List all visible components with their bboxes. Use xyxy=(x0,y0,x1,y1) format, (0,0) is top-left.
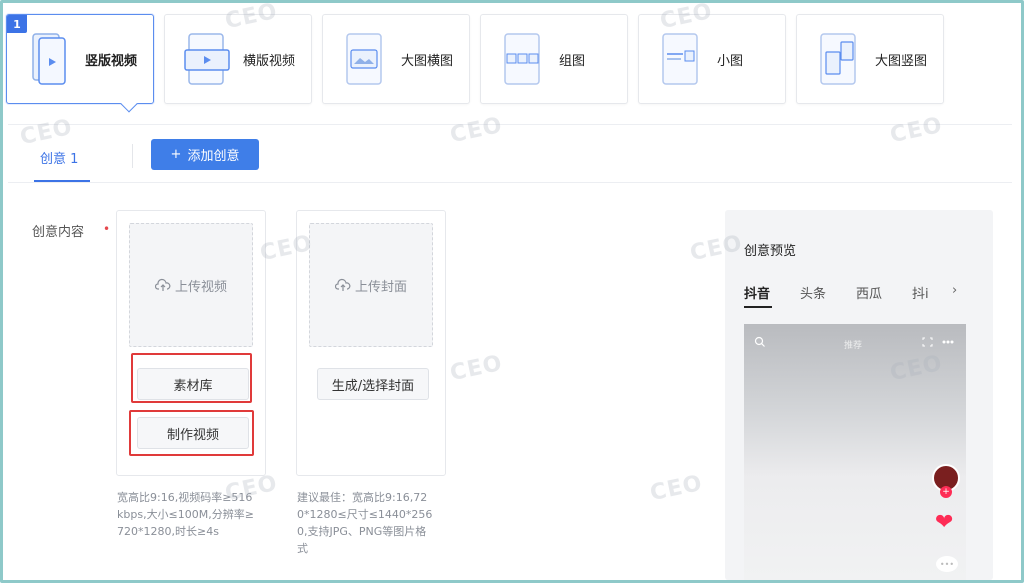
type-card-vertical-video[interactable]: 1 竖版视频 xyxy=(6,14,154,113)
comment-icon: ••• xyxy=(936,556,958,572)
type-label: 竖版视频 xyxy=(85,53,138,69)
horizontal-video-icon xyxy=(177,29,237,89)
highlight-material-library xyxy=(131,353,252,403)
preview-tab-toutiao[interactable]: 头条 xyxy=(800,283,856,302)
type-label: 组图 xyxy=(559,53,586,69)
cover-upload-panel: 上传封面 生成/选择封面 xyxy=(296,210,446,476)
small-image-icon xyxy=(651,29,711,89)
video-spec-hint: 宽高比9:16,视频码率≥516 kbps,大小≤100M,分辨率≥ 720*1… xyxy=(117,489,277,540)
more-dots-icon xyxy=(942,340,954,344)
video-dropzone[interactable]: 上传视频 xyxy=(129,223,253,347)
add-creative-button[interactable]: + 添加创意 xyxy=(151,139,259,170)
preview-platform-tabs: 抖音 头条 西瓜 抖i xyxy=(744,283,952,302)
highlight-make-video xyxy=(129,410,254,456)
follow-plus-icon: + xyxy=(940,486,952,498)
hint-line: 0,支持JPG、PNG等图片格 xyxy=(297,525,427,538)
tab-creative-1[interactable]: 创意 1 xyxy=(40,148,78,167)
preview-tab-underline xyxy=(744,306,772,308)
type-card-horizontal-video[interactable]: 横版视频 xyxy=(164,14,312,104)
phone-feed-title: 推荐 xyxy=(844,341,863,351)
vertical-video-icon xyxy=(19,29,79,89)
search-icon xyxy=(754,336,765,347)
cover-dropzone[interactable]: 上传封面 xyxy=(309,223,433,347)
plus-icon: + xyxy=(170,147,182,162)
type-label: 小图 xyxy=(717,53,744,69)
preview-title: 创意预览 xyxy=(744,244,797,259)
scan-icon xyxy=(922,337,933,347)
preview-tab-douyin[interactable]: 抖音 xyxy=(744,283,800,302)
preview-tab-xigua[interactable]: 西瓜 xyxy=(856,283,912,302)
hint-line: 宽高比9:16,视频码率≥516 xyxy=(117,491,253,504)
hint-line: 720*1280,时长≥4s xyxy=(117,525,219,538)
hint-line: 0*1280≤尺寸≤1440*256 xyxy=(297,508,433,521)
tab-separator xyxy=(132,144,133,168)
cloud-upload-icon xyxy=(154,278,171,291)
section-divider xyxy=(8,124,1012,125)
phone-preview: 推荐 + ❤ ••• xyxy=(744,324,966,580)
type-card-large-vertical-image[interactable]: 大图竖图 xyxy=(796,14,944,104)
hint-line: 式 xyxy=(297,542,308,555)
large-horizontal-image-icon xyxy=(335,29,395,89)
hint-line: 建议最佳：宽高比9:16,72 xyxy=(297,491,428,504)
add-creative-label: 添加创意 xyxy=(187,149,240,164)
chevron-right-icon[interactable]: › xyxy=(952,283,957,298)
upload-video-label: 上传视频 xyxy=(174,279,227,295)
cover-spec-hint: 建议最佳：宽高比9:16,72 0*1280≤尺寸≤1440*256 0,支持J… xyxy=(297,489,467,557)
upload-cover-label: 上传封面 xyxy=(354,279,407,295)
required-mark: • xyxy=(103,222,111,236)
type-label: 大图竖图 xyxy=(875,53,928,69)
image-group-icon xyxy=(493,29,553,89)
type-card-large-horizontal-image[interactable]: 大图横图 xyxy=(322,14,470,104)
hint-line: kbps,大小≤100M,分辨率≥ xyxy=(117,508,254,521)
cloud-upload-icon xyxy=(334,278,351,291)
creative-content-label: 创意内容 xyxy=(32,225,85,240)
type-card-image-group[interactable]: 组图 xyxy=(480,14,628,104)
creative-type-selector: 1 竖版视频 横版视频 大图横图 组图 小图 大图竖图 xyxy=(6,12,1018,113)
generate-cover-button[interactable]: 生成/选择封面 xyxy=(317,368,429,400)
type-label: 大图横图 xyxy=(401,53,454,69)
tabs-divider xyxy=(8,182,1012,183)
type-label: 横版视频 xyxy=(243,53,296,69)
heart-icon: ❤ xyxy=(935,510,954,535)
large-vertical-image-icon xyxy=(809,29,869,89)
type-card-small-image[interactable]: 小图 xyxy=(638,14,786,104)
preview-tab-more[interactable]: 抖i xyxy=(912,283,952,302)
selected-count-badge: 1 xyxy=(7,15,27,33)
